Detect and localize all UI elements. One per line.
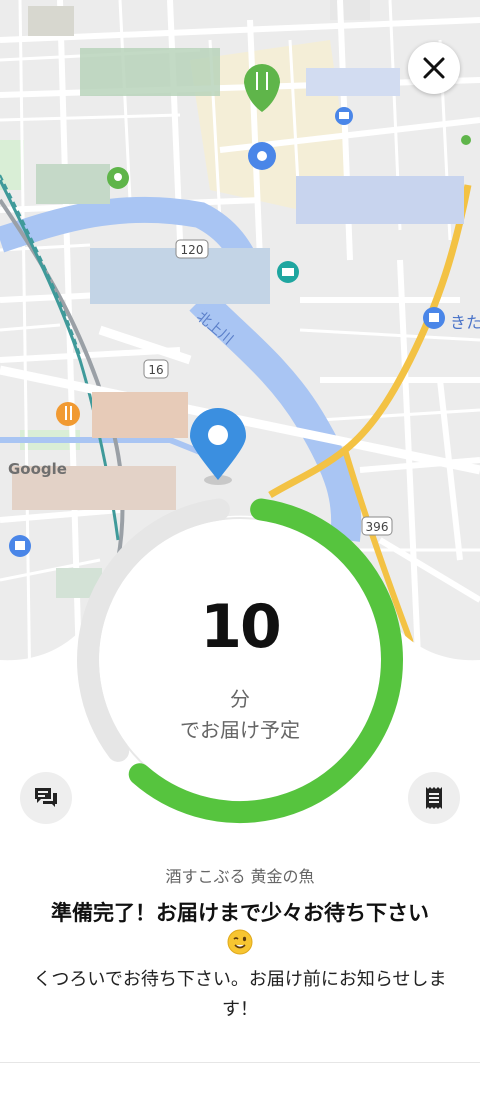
shopping-poi-icon-2 — [9, 535, 31, 557]
receipt-button[interactable] — [408, 772, 460, 824]
status-headline: 準備完了！お届けまで少々お待ち下さい — [51, 901, 429, 925]
chat-button[interactable] — [20, 772, 72, 824]
road-badge-120: 120 — [181, 243, 204, 257]
close-icon — [423, 57, 445, 79]
scooter-poi-icon — [248, 142, 276, 170]
winking-face-icon — [227, 929, 253, 955]
restaurant-poi-icon-2 — [56, 402, 80, 426]
chat-icon — [35, 788, 57, 807]
google-watermark: Google — [8, 460, 67, 478]
road-badge-16: 16 — [148, 363, 163, 377]
eta-unit: 分 — [230, 687, 250, 711]
shop-poi-icon — [335, 107, 353, 125]
eta-label: でお届け予定 — [180, 718, 300, 742]
status-message: くつろいでお待ち下さい。お届け前にお知らせします！ — [33, 969, 447, 1020]
park-poi-icon — [107, 167, 129, 189]
store-name: 酒すこぶる 黄金の魚 — [165, 867, 315, 886]
edge-label: きた — [450, 313, 480, 332]
museum-poi-icon — [277, 261, 299, 283]
eta-minutes: 10 — [200, 592, 282, 662]
close-button[interactable] — [408, 42, 460, 94]
divider — [0, 1062, 480, 1063]
receipt-icon — [426, 787, 442, 809]
shopping-poi-icon — [423, 307, 445, 329]
